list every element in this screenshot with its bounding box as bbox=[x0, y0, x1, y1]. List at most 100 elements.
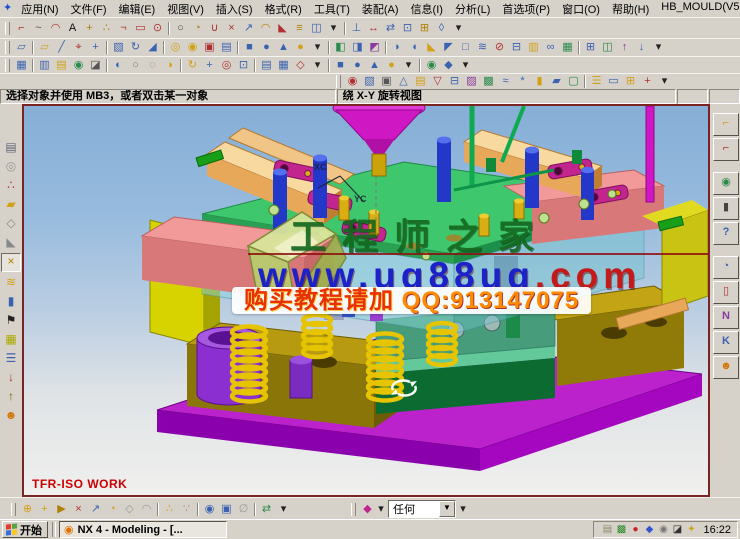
graphics-viewport[interactable]: XC YC 工程师之家 www.ug88ug.com 购买教程请加 QQ:913… bbox=[22, 104, 710, 497]
fillet-icon[interactable]: ◠ bbox=[257, 21, 274, 36]
offset-curve-icon[interactable]: ≡ bbox=[291, 21, 308, 36]
extrude-icon[interactable]: ▧ bbox=[110, 40, 127, 55]
selection-more-dropdown-icon[interactable]: ▾ bbox=[458, 502, 468, 517]
fit-view-icon[interactable]: ⊡ bbox=[235, 58, 252, 73]
part-navigator-book-icon[interactable]: ▥ bbox=[36, 58, 53, 73]
snap-dropdown-icon[interactable]: ▾ bbox=[275, 502, 292, 517]
mirror-curve-icon[interactable]: ◫ bbox=[308, 21, 325, 36]
menu-assemblies[interactable]: 装配(A) bbox=[356, 0, 405, 18]
front-view-icon[interactable]: ▤ bbox=[258, 58, 275, 73]
snap-midpoint-icon[interactable]: + bbox=[36, 502, 53, 517]
pocket-icon[interactable]: ▣ bbox=[201, 40, 218, 55]
menu-analysis[interactable]: 分析(L) bbox=[449, 0, 496, 18]
tray-star-icon[interactable]: ✦ bbox=[684, 524, 698, 535]
snap-arc-center-icon[interactable]: ↗ bbox=[87, 502, 104, 517]
snap-clip-icon[interactable]: ∅ bbox=[235, 502, 252, 517]
web-page-icon[interactable]: ◉ bbox=[713, 172, 739, 195]
web-browser-icon[interactable]: ◉ bbox=[70, 58, 87, 73]
standard-parts-icon[interactable]: ▰ bbox=[548, 74, 565, 89]
key-red-icon[interactable]: ⌐ bbox=[713, 138, 739, 161]
zoom-view-icon[interactable]: ◎ bbox=[218, 58, 235, 73]
mold-flow-icon[interactable]: ≈ bbox=[497, 74, 514, 89]
work-layer-icon[interactable]: ◆ bbox=[440, 58, 457, 73]
sketch-point-icon[interactable]: + bbox=[81, 21, 98, 36]
layer-dropdown-icon[interactable]: ▾ bbox=[457, 58, 474, 73]
toolbar-grip[interactable] bbox=[336, 75, 341, 88]
mirror-body-icon[interactable]: ◫ bbox=[599, 40, 616, 55]
sketch-arc-icon[interactable]: ◠ bbox=[47, 21, 64, 36]
patch-icon[interactable]: ▥ bbox=[525, 40, 542, 55]
rotate-view-icon[interactable]: ↻ bbox=[184, 58, 201, 73]
parting-region-icon[interactable]: ▩ bbox=[480, 74, 497, 89]
spring-3[interactable] bbox=[368, 334, 402, 401]
import-down-icon[interactable]: ↓ bbox=[2, 369, 20, 386]
sphere-icon[interactable]: ● bbox=[292, 40, 309, 55]
hidden-edges-icon[interactable]: ◌ bbox=[144, 58, 161, 73]
auto-dimension-icon[interactable]: ⇄ bbox=[382, 21, 399, 36]
menu-file[interactable]: 文件(F) bbox=[65, 0, 113, 18]
menu-tools[interactable]: 工具(T) bbox=[308, 0, 356, 18]
pocket-tool-icon[interactable]: ▢ bbox=[565, 74, 582, 89]
customize-tools-icon[interactable]: × bbox=[1, 253, 21, 272]
menu-hb-mould[interactable]: HB_MOULD(V5.5) bbox=[655, 0, 740, 18]
primitive-dropdown-icon[interactable]: ▾ bbox=[309, 40, 326, 55]
quick-trim-icon[interactable]: × bbox=[223, 21, 240, 36]
chamfer-icon[interactable]: ◣ bbox=[274, 21, 291, 36]
task-button-nx[interactable]: ◉ NX 4 - Modeling - [... bbox=[59, 521, 227, 538]
sketch-text-icon[interactable]: A bbox=[64, 21, 81, 36]
selection-filter-combo[interactable]: 任何 ▼ bbox=[388, 500, 456, 518]
top-view-icon[interactable]: ▦ bbox=[275, 58, 292, 73]
mold-dropdown-icon[interactable]: ▾ bbox=[656, 74, 673, 89]
materials-rainbow-icon[interactable]: N bbox=[713, 306, 739, 329]
sketch-in-task-icon[interactable]: ▦ bbox=[13, 58, 30, 73]
point-feature-icon[interactable]: + bbox=[87, 40, 104, 55]
constraint-navigator-icon[interactable]: ◎ bbox=[2, 158, 20, 175]
key-gold-icon[interactable]: ⌐ bbox=[713, 113, 739, 136]
circle-icon[interactable]: ○ bbox=[172, 21, 189, 36]
mold-wizard-icon[interactable]: ◉ bbox=[344, 74, 361, 89]
feature-dropdown-icon[interactable]: ▾ bbox=[650, 40, 667, 55]
sketch-circle-center-icon[interactable]: ⊙ bbox=[149, 21, 166, 36]
start-button[interactable]: 开始 bbox=[2, 521, 48, 538]
edge-blend-icon[interactable]: ◗ bbox=[389, 40, 406, 55]
menu-edit[interactable]: 编辑(E) bbox=[113, 0, 162, 18]
fit-sketch-icon[interactable]: ◊ bbox=[433, 21, 450, 36]
menu-window[interactable]: 窗口(O) bbox=[556, 0, 606, 18]
cone-icon[interactable]: ▲ bbox=[275, 40, 292, 55]
snap-pole-icon[interactable]: ∵ bbox=[178, 502, 195, 517]
promote-body-icon[interactable]: ↑ bbox=[616, 40, 633, 55]
face-blend-icon[interactable]: ◖ bbox=[406, 40, 423, 55]
menu-help[interactable]: 帮助(H) bbox=[606, 0, 655, 18]
dimension-icon[interactable]: ↔ bbox=[365, 21, 382, 36]
chamfer-feature-icon[interactable]: ◣ bbox=[423, 40, 440, 55]
part-points-icon[interactable]: ∴ bbox=[2, 177, 20, 194]
quick-extend-icon[interactable]: ↗ bbox=[240, 21, 257, 36]
combo-dropdown-icon[interactable]: ▼ bbox=[439, 501, 455, 517]
snap-existing-point-icon[interactable]: ◇ bbox=[121, 502, 138, 517]
tray-network-icon[interactable]: ◆ bbox=[642, 524, 656, 535]
view-dropdown-icon[interactable]: ▾ bbox=[309, 58, 326, 73]
pan-view-icon[interactable]: + bbox=[201, 58, 218, 73]
thicken-icon[interactable]: ▦ bbox=[559, 40, 576, 55]
display-block-icon[interactable]: ■ bbox=[332, 58, 349, 73]
lifter-tool-icon[interactable]: △ bbox=[395, 74, 412, 89]
sketch-rectangle-icon[interactable]: ▭ bbox=[132, 21, 149, 36]
alternate-solution-icon[interactable]: ⊞ bbox=[416, 21, 433, 36]
trim-body-icon[interactable]: ⊘ bbox=[491, 40, 508, 55]
shell-icon[interactable]: □ bbox=[457, 40, 474, 55]
curve-dropdown-icon[interactable]: ▾ bbox=[325, 21, 342, 36]
block-icon[interactable]: ■ bbox=[241, 40, 258, 55]
sketch-point-set-icon[interactable]: ∴ bbox=[98, 21, 115, 36]
tray-antivirus-icon[interactable]: ● bbox=[628, 524, 642, 535]
subtract-icon[interactable]: ◨ bbox=[349, 40, 366, 55]
history-palette-icon[interactable]: ◣ bbox=[2, 234, 20, 251]
ellipse-icon[interactable]: ◔ bbox=[189, 21, 206, 36]
tray-green-app-icon[interactable]: ▩ bbox=[614, 524, 628, 535]
studio-render-icon[interactable]: ◑ bbox=[161, 58, 178, 73]
reuse-library-icon[interactable]: ◇ bbox=[2, 215, 20, 232]
revolve-icon[interactable]: ↻ bbox=[127, 40, 144, 55]
menu-insert[interactable]: 插入(S) bbox=[210, 0, 259, 18]
bom-list-icon[interactable]: ☰ bbox=[588, 74, 605, 89]
user-profile-icon[interactable]: ☻ bbox=[2, 407, 20, 424]
bookmark-icon[interactable]: ▮ bbox=[2, 293, 20, 310]
